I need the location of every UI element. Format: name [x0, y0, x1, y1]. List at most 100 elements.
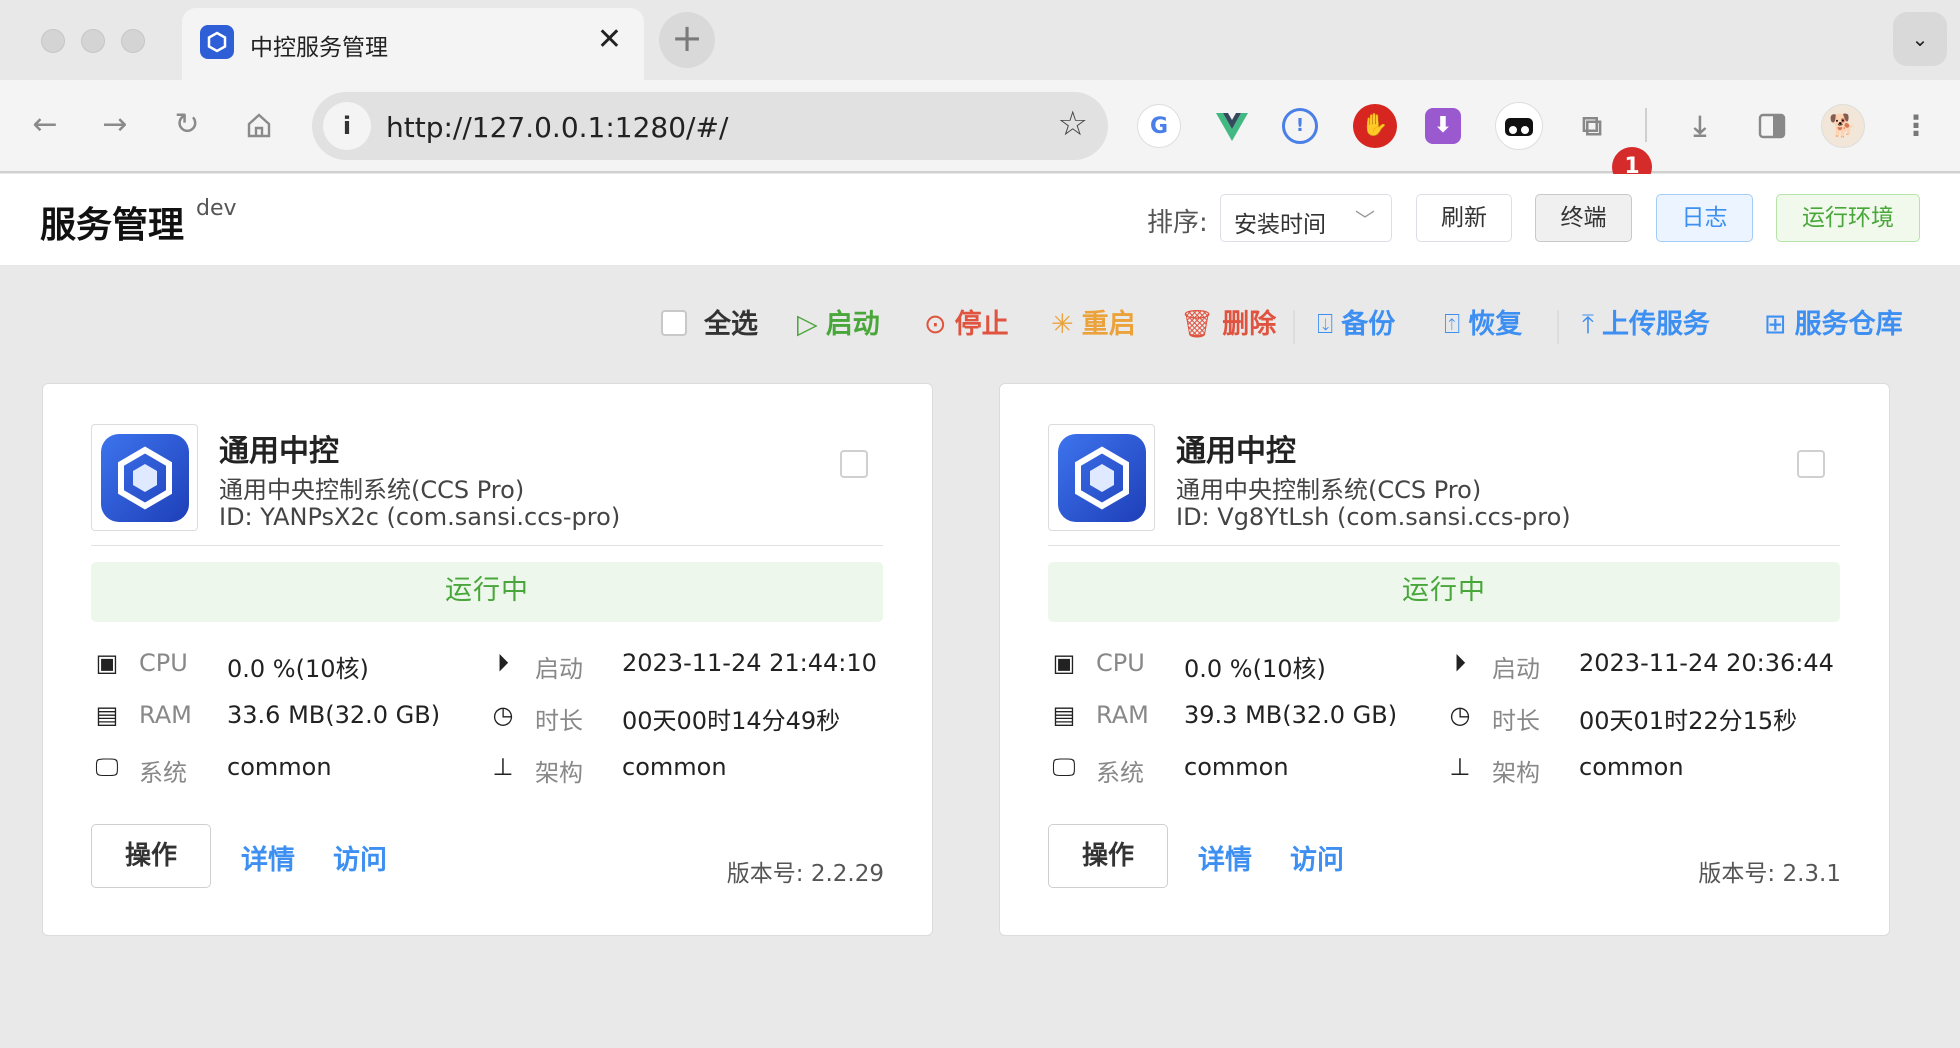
- sort-select[interactable]: 安装时间 ﹀: [1220, 194, 1392, 242]
- play-circle-icon: ⏵: [1454, 649, 1466, 677]
- details-link[interactable]: 详情: [241, 838, 295, 877]
- visit-link[interactable]: 访问: [333, 838, 387, 877]
- service-card: 通用中控 通用中央控制系统(CCS Pro) ID: Vg8YtLsh (com…: [999, 383, 1890, 936]
- service-logo: [1048, 424, 1155, 531]
- operate-button[interactable]: 操作: [1048, 824, 1168, 888]
- memory-icon: ▤: [95, 701, 119, 729]
- start-button[interactable]: ▷ 启动: [797, 302, 880, 341]
- reload-icon[interactable]: ↻: [164, 102, 210, 148]
- start-time-label: 启动: [1492, 655, 1540, 683]
- service-name: 通用中控: [219, 434, 339, 469]
- tab-close-icon[interactable]: ✕: [597, 22, 622, 57]
- service-hexagon-icon: [101, 434, 189, 522]
- home-icon[interactable]: [236, 102, 282, 148]
- service-card: 通用中控 通用中央控制系统(CCS Pro) ID: YANPsX2c (com…: [42, 383, 933, 936]
- runtime-env-button[interactable]: 运行环境: [1776, 194, 1920, 242]
- restart-button[interactable]: ✳ 重启: [1051, 302, 1136, 341]
- logs-button[interactable]: 日志: [1656, 194, 1753, 242]
- service-repository-button[interactable]: ⊞ 服务仓库: [1764, 302, 1903, 341]
- details-link[interactable]: 详情: [1198, 838, 1252, 877]
- service-description: 通用中央控制系统(CCS Pro): [1176, 476, 1482, 504]
- browser-toolbar: ← → ↻ i http://127.0.0.1:1280/#/ ☆ G ! ✋…: [0, 80, 1960, 173]
- loading-sun-icon: ✳: [1051, 309, 1074, 340]
- tab-title: 中控服务管理: [250, 35, 388, 61]
- repository-label: 服务仓库: [1794, 309, 1903, 340]
- upload-service-button[interactable]: ⤒ 上传服务: [1582, 302, 1710, 341]
- stop-button[interactable]: ⊙ 停止: [924, 302, 1009, 341]
- version-label: 版本号: 2.3.1: [1698, 861, 1841, 887]
- window-zoom-light[interactable]: [121, 29, 145, 53]
- site-info-icon[interactable]: i: [323, 102, 371, 150]
- restart-label: 重启: [1081, 309, 1136, 340]
- cpu-row: ▣ CPU 0.0 %(10核): [1048, 647, 1428, 683]
- batch-action-bar: 全选 ▷ 启动 ⊙ 停止 ✳ 重启 🗑 删除 ⍗ 备份 ⍐ 恢复 ⤒ 上传服务 ⊞ 服务仓库: [0, 290, 1960, 356]
- start-time-row: ⏵ 启动 2023-11-24 20:36:44: [1444, 647, 1864, 683]
- org-chart-icon: ⊥: [492, 753, 514, 781]
- backup-label: 备份: [1341, 309, 1396, 340]
- ram-value: 33.6 MB(32.0 GB): [227, 701, 441, 729]
- system-value: common: [227, 753, 332, 781]
- upload-label: 上传服务: [1601, 309, 1710, 340]
- select-all-label[interactable]: 全选: [704, 302, 758, 341]
- restore-button[interactable]: ⍐ 恢复: [1444, 302, 1522, 341]
- window-minimize-light[interactable]: [81, 29, 105, 53]
- clock-icon: ◷: [492, 701, 514, 729]
- browser-menu-icon[interactable]: ⋮: [1894, 104, 1938, 148]
- page-title: 服务管理: [40, 205, 185, 246]
- select-all-checkbox[interactable]: [661, 310, 687, 336]
- start-time-row: ⏵ 启动 2023-11-24 21:44:10: [487, 647, 907, 683]
- cpu-chip-icon: ▣: [1052, 649, 1076, 677]
- toolbar-divider: [1645, 108, 1647, 142]
- cpu-row: ▣ CPU 0.0 %(10核): [91, 647, 471, 683]
- backup-button[interactable]: ⍗ 备份: [1317, 302, 1395, 341]
- memory-icon: ▤: [1052, 701, 1076, 729]
- side-panel-icon[interactable]: [1750, 104, 1794, 148]
- browser-tab-active[interactable]: 中控服务管理 ✕: [182, 8, 644, 80]
- terminal-button[interactable]: 终端: [1535, 194, 1632, 242]
- start-time-label: 启动: [535, 655, 583, 683]
- duration-value: 00天01时22分15秒: [1579, 707, 1798, 735]
- tab-search-chevron-icon[interactable]: ⌄: [1893, 12, 1947, 66]
- chevron-down-icon: ﹀: [1355, 208, 1375, 232]
- adblock-hand-extension-icon[interactable]: ✋: [1353, 104, 1397, 148]
- system-row: 🖵 系统 common: [1048, 751, 1428, 787]
- new-tab-button[interactable]: +: [659, 12, 715, 68]
- cpu-label: CPU: [139, 649, 188, 677]
- refresh-button[interactable]: 刷新: [1416, 194, 1512, 242]
- downloads-icon[interactable]: ⤓: [1678, 104, 1722, 148]
- bookmark-star-icon[interactable]: ☆: [1058, 104, 1088, 144]
- back-arrow-icon[interactable]: ←: [22, 102, 68, 148]
- system-row: 🖵 系统 common: [91, 751, 471, 787]
- tampermonkey-extension-icon[interactable]: [1495, 102, 1543, 150]
- arch-value: common: [622, 753, 727, 781]
- service-id: ID: YANPsX2c (com.sansi.ccs-pro): [219, 503, 621, 531]
- trash-icon: 🗑: [1180, 309, 1215, 340]
- ram-row: ▤ RAM 33.6 MB(32.0 GB): [91, 699, 471, 733]
- browser-tab-bar: 中控服务管理 ✕ + ⌄: [0, 0, 1960, 80]
- password-lock-extension-icon[interactable]: !: [1282, 108, 1318, 144]
- vue-devtools-extension-icon[interactable]: [1210, 104, 1254, 148]
- forward-arrow-icon[interactable]: →: [92, 102, 138, 148]
- operate-button[interactable]: 操作: [91, 824, 211, 888]
- service-select-checkbox[interactable]: [1797, 450, 1825, 478]
- arch-value: common: [1579, 753, 1684, 781]
- arch-label: 架构: [1492, 759, 1540, 787]
- extensions-puzzle-icon[interactable]: ⧉: [1570, 104, 1614, 148]
- visit-link[interactable]: 访问: [1290, 838, 1344, 877]
- system-value: common: [1184, 753, 1289, 781]
- env-label: dev: [196, 196, 237, 221]
- version-label: 版本号: 2.2.29: [726, 861, 884, 887]
- upload-arrow-icon: ⤒: [1582, 309, 1594, 340]
- status-badge: 运行中: [1048, 562, 1840, 622]
- action-divider: [1293, 310, 1295, 344]
- service-select-checkbox[interactable]: [840, 450, 868, 478]
- address-bar[interactable]: i http://127.0.0.1:1280/#/ ☆: [312, 92, 1108, 160]
- service-name: 通用中控: [1176, 434, 1296, 469]
- system-label: 系统: [139, 759, 187, 787]
- window-close-light[interactable]: [41, 29, 65, 53]
- delete-button[interactable]: 🗑 删除: [1180, 302, 1276, 341]
- google-translate-extension-icon[interactable]: G: [1137, 104, 1181, 148]
- downloader-extension-icon[interactable]: ⬇: [1425, 108, 1461, 144]
- upload-box-icon: ⍐: [1444, 309, 1461, 340]
- profile-avatar[interactable]: 🐕: [1821, 104, 1865, 148]
